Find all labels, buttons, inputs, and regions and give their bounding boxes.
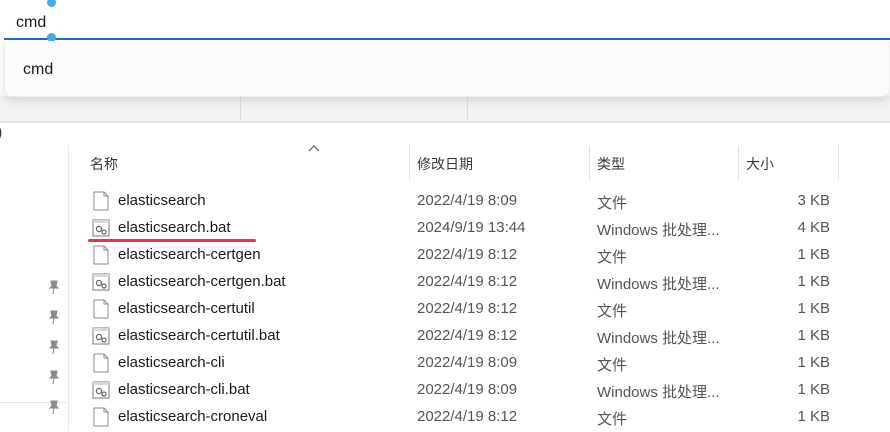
file-size: 3 KB (797, 192, 830, 209)
file-row[interactable]: elasticsearch-cli 2022/4/19 8:09 文件 1 KB (68, 349, 890, 376)
file-size: 4 KB (797, 219, 830, 236)
column-date[interactable]: 修改日期 (417, 154, 473, 174)
file-name: elasticsearch (118, 192, 206, 209)
file-row[interactable]: elasticsearch.bat 2024/9/19 13:44 Windows … (68, 214, 890, 241)
address-bar-fragment: ) (0, 124, 2, 142)
file-row[interactable]: elasticsearch-cli.bat 2022/4/19 8:09 Windo… (68, 376, 890, 403)
file-size: 1 KB (797, 273, 830, 290)
column-header: 名称 修改日期 类型 大小 (68, 145, 890, 180)
search-suggestions: cmd (4, 41, 890, 97)
column-divider[interactable] (589, 146, 590, 180)
column-size[interactable]: 大小 (746, 154, 774, 174)
pin-icon[interactable] (46, 399, 62, 415)
file-name: elasticsearch-certutil.bat (118, 327, 280, 344)
file-date: 2022/4/19 8:09 (417, 354, 518, 371)
file-type: 文件 (597, 195, 628, 212)
column-type[interactable]: 类型 (597, 154, 625, 174)
file-size: 1 KB (797, 327, 830, 344)
file-row[interactable]: elasticsearch-croneval 2022/4/19 8:12 文件 1 … (68, 403, 890, 430)
file-date: 2022/4/19 8:12 (417, 246, 518, 263)
batch-file-icon (92, 272, 110, 292)
file-row[interactable]: elasticsearch-certutil 2022/4/19 8:12 文件 1 … (68, 295, 890, 322)
batch-file-icon (92, 218, 110, 238)
toolbar-divider (467, 96, 468, 120)
file-icon (92, 191, 110, 211)
file-date: 2022/4/19 8:09 (417, 381, 518, 398)
column-divider[interactable] (409, 146, 410, 180)
file-type: 文件 (597, 303, 628, 320)
search-box[interactable] (4, 0, 890, 42)
file-type: Windows 批处理... (597, 330, 720, 347)
file-icon (92, 299, 110, 319)
file-date: 2022/4/19 8:12 (417, 300, 518, 317)
file-row[interactable]: elasticsearch 2022/4/19 8:09 文件 3 KB (68, 187, 890, 214)
file-size: 1 KB (797, 381, 830, 398)
file-date: 2022/4/19 8:09 (417, 192, 518, 209)
file-row[interactable]: elasticsearch-certgen 2022/4/19 8:12 文件 1 K… (68, 241, 890, 268)
highlight-underline (88, 239, 256, 242)
file-type: 文件 (597, 249, 628, 266)
file-name: elasticsearch-cli.bat (118, 381, 250, 398)
toolbar-background (0, 96, 890, 123)
column-divider[interactable] (738, 146, 739, 180)
file-name: elasticsearch-certgen.bat (118, 273, 286, 290)
address-bar-border (0, 121, 890, 122)
file-size: 1 KB (797, 246, 830, 263)
file-name: elasticsearch-croneval (118, 408, 268, 425)
file-icon (92, 407, 110, 427)
file-name: elasticsearch-certutil (118, 300, 255, 317)
batch-file-icon (92, 326, 110, 346)
pin-icon[interactable] (46, 279, 62, 295)
file-date: 2024/9/19 13:44 (417, 219, 526, 236)
file-date: 2022/4/19 8:12 (417, 327, 518, 344)
file-size: 1 KB (797, 354, 830, 371)
batch-file-icon (92, 380, 110, 400)
file-name: elasticsearch-cli (118, 354, 225, 371)
pin-icon[interactable] (46, 309, 62, 325)
file-date: 2022/4/19 8:12 (417, 408, 518, 425)
selection-handle-top[interactable] (47, 0, 56, 7)
file-type: 文件 (597, 357, 628, 374)
file-size: 1 KB (797, 408, 830, 425)
suggestion-item[interactable]: cmd (23, 61, 53, 79)
column-divider[interactable] (838, 146, 839, 180)
file-name: elasticsearch-certgen (118, 246, 261, 263)
file-type: Windows 批处理... (597, 222, 720, 239)
file-row[interactable]: elasticsearch-certutil.bat 2022/4/19 8:12… (68, 322, 890, 349)
file-icon (92, 353, 110, 373)
search-input[interactable] (16, 12, 223, 34)
file-icon (92, 245, 110, 265)
toolbar-divider (240, 96, 241, 120)
file-date: 2022/4/19 8:12 (417, 273, 518, 290)
file-row[interactable]: elasticsearch-certgen.bat 2022/4/19 8:12 W… (68, 268, 890, 295)
file-type: Windows 批处理... (597, 276, 720, 293)
file-type: Windows 批处理... (597, 384, 720, 401)
file-type: 文件 (597, 411, 628, 428)
pin-icon[interactable] (46, 369, 62, 385)
file-size: 1 KB (797, 300, 830, 317)
pin-icon[interactable] (46, 339, 62, 355)
column-name[interactable]: 名称 (90, 154, 118, 174)
sort-up-icon (308, 145, 320, 152)
file-name: elasticsearch.bat (118, 219, 231, 236)
